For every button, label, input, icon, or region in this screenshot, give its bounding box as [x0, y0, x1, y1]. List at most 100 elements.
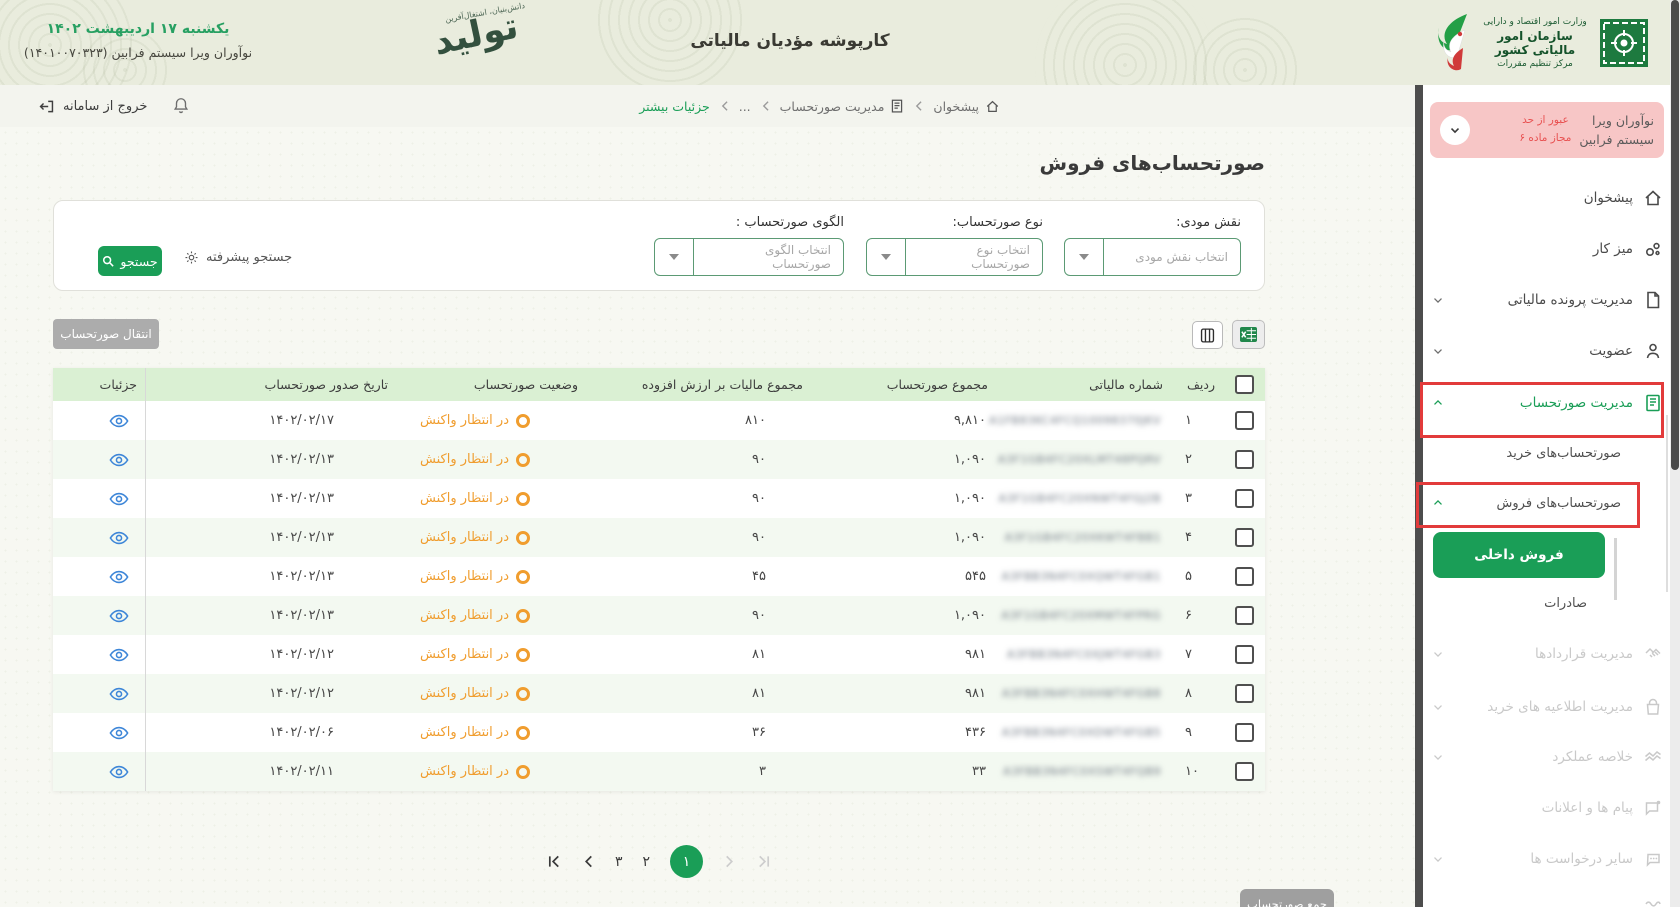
sidebar-item-membership[interactable]: عضویت — [1431, 331, 1663, 371]
row-number: ۶ — [1171, 596, 1223, 635]
first-page-button[interactable] — [547, 854, 562, 869]
row-checkbox[interactable] — [1235, 528, 1254, 547]
notifications-bell-icon[interactable] — [172, 96, 190, 115]
sidebar-item-domestic-sales[interactable]: فروش داخلی — [1433, 532, 1605, 578]
current-page-badge[interactable]: ۱ — [670, 845, 703, 878]
invoice-total: ۹۸۱ — [811, 674, 996, 713]
row-checkbox[interactable] — [1235, 567, 1254, 586]
advanced-search-button[interactable]: جستجو پیشرفته — [184, 250, 292, 265]
window-scrollbar-thumb[interactable] — [1671, 0, 1679, 470]
view-details-eye-icon[interactable] — [109, 414, 129, 428]
export-excel-button[interactable] — [1232, 320, 1265, 349]
issue-date: ۱۴۰۲/۰۲/۱۲ — [146, 635, 396, 674]
tax-number-masked: A3F1GB4FC20XNWT4FGJ2B — [999, 492, 1161, 505]
view-details-eye-icon[interactable] — [109, 765, 129, 779]
row-checkbox[interactable] — [1235, 450, 1254, 469]
view-details-eye-icon[interactable] — [109, 726, 129, 740]
prev-page-button[interactable] — [582, 854, 595, 869]
row-checkbox[interactable] — [1235, 723, 1254, 742]
sidebar-item-sales-invoices[interactable]: صورتحساب‌های فروش — [1431, 483, 1621, 523]
view-details-eye-icon[interactable] — [109, 453, 129, 467]
row-checkbox[interactable] — [1235, 645, 1254, 664]
chevron-down-icon — [1448, 123, 1462, 137]
page-title: صورتحساب‌های فروش — [865, 151, 1265, 175]
user-badge-expand-button[interactable] — [1440, 115, 1470, 145]
sidebar-item-label: خلاصه عملکرد — [1552, 749, 1633, 765]
logout-button[interactable]: خروج از سامانه — [38, 85, 147, 127]
search-button[interactable]: جستجو — [98, 246, 162, 276]
tax-number-masked: A3FBB3N4FC0XQWT4FGB1 — [1002, 570, 1161, 583]
type-filter-label: نوع صورتحساب: — [866, 215, 1043, 230]
current-date: یکشنبه ۱۷ اردیبهشت ۱۴۰۲ — [16, 21, 260, 37]
column-settings-button[interactable] — [1192, 321, 1223, 349]
filter-card: نقش مودی: نوع صورتحساب: الگوی صورتحساب :… — [53, 200, 1265, 291]
row-checkbox[interactable] — [1235, 489, 1254, 508]
invoice-sum-button[interactable]: جمع صورتحساب — [1240, 889, 1334, 907]
invoices-table: ردیف شماره مالیاتی مجموع صورتحساب مجموع … — [53, 368, 1265, 791]
home-icon — [985, 99, 1000, 114]
vat-total: ۴۵ — [586, 557, 811, 596]
type-filter-select[interactable]: انتخاب نوع صورتحساب — [866, 238, 1043, 276]
transfer-invoices-button[interactable]: انتقال صورتحساب — [53, 319, 159, 349]
sidebar-item-label: میز کار — [1593, 241, 1633, 257]
invoice-total: ۹,۸۱۰ — [811, 401, 996, 440]
ornament — [1035, 0, 1215, 85]
pattern-filter-select[interactable]: انتخاب الگوی صورتحساب — [654, 238, 844, 276]
sidebar-item-invoice-mgmt[interactable]: مدیریت صورتحساب — [1431, 383, 1663, 423]
sidebar-scrollbar[interactable] — [1415, 85, 1423, 907]
page-button-2[interactable]: ۲ — [643, 854, 651, 870]
sidebar-item-purchase-invoices[interactable]: صورتحساب‌های خرید — [1431, 433, 1621, 473]
row-number: ۷ — [1171, 635, 1223, 674]
view-details-eye-icon[interactable] — [109, 492, 129, 506]
top-banner: یکشنبه ۱۷ اردیبهشت ۱۴۰۲ نوآوران ویرا سیس… — [0, 0, 1680, 85]
breadcrumb-ellipsis[interactable]: ... — [739, 99, 751, 114]
sidebar-item-purchase-notices: مدیریت اطلاعیه های خرید — [1431, 687, 1663, 727]
next-page-button — [723, 854, 736, 869]
row-checkbox[interactable] — [1235, 606, 1254, 625]
breadcrumb-home[interactable]: پیشخوان — [933, 99, 1000, 114]
issue-date: ۱۴۰۲/۰۲/۰۶ — [146, 713, 396, 752]
view-details-eye-icon[interactable] — [109, 609, 129, 623]
view-details-eye-icon[interactable] — [109, 648, 129, 662]
sidebar-item-exports[interactable]: صادرات — [1431, 583, 1587, 623]
invoice-icon — [890, 99, 904, 114]
status-cell: در انتظار واکنش — [396, 518, 586, 557]
chevron-left-icon — [761, 100, 770, 112]
row-number: ۲ — [1171, 440, 1223, 479]
page-button-3[interactable]: ۳ — [615, 854, 623, 870]
table-row: ۵ A3FBB3N4FC0XQWT4FGB1 ۵۴۵ ۴۵ در انتظار … — [53, 557, 1265, 596]
breadcrumb-invoice-mgmt[interactable]: مدیریت صورتحساب — [780, 99, 905, 114]
sidebar-item-label: صادرات — [1431, 596, 1587, 611]
select-all-checkbox[interactable] — [1235, 375, 1254, 394]
view-details-eye-icon[interactable] — [109, 687, 129, 701]
invoice-total: ۱,۰۹۰ — [811, 479, 996, 518]
sidebar-item-label: صورتحساب‌های فروش — [1445, 496, 1621, 511]
tax-org-emblem-icon — [1599, 18, 1649, 68]
status-badge: در انتظار واکنش — [420, 764, 509, 779]
view-details-eye-icon[interactable] — [109, 570, 129, 584]
chevron-up-icon — [1431, 396, 1445, 410]
chevron-down-icon — [1431, 700, 1445, 714]
header-details: جزئیات — [53, 368, 146, 401]
submenu-guide-line — [1666, 415, 1668, 592]
sidebar-item-dashboard[interactable]: پیشخوان — [1431, 178, 1663, 218]
view-details-eye-icon[interactable] — [109, 531, 129, 545]
role-filter-select[interactable]: انتخاب نقش مودی — [1064, 238, 1241, 276]
row-checkbox[interactable] — [1235, 684, 1254, 703]
row-number: ۳ — [1171, 479, 1223, 518]
invoice-total: ۵۴۵ — [811, 557, 996, 596]
status-cell: در انتظار واکنش — [396, 713, 586, 752]
status-dot-icon — [516, 648, 530, 662]
pattern-filter-placeholder: انتخاب الگوی صورتحساب — [694, 243, 843, 271]
sidebar-item-contracts: مدیریت قراردادها — [1431, 634, 1663, 674]
row-checkbox[interactable] — [1235, 411, 1254, 430]
user-badge[interactable]: نوآوران ویرا سیستم فرابین عبور از حد مجا… — [1430, 102, 1664, 158]
issue-date: ۱۴۰۲/۰۲/۱۳ — [146, 557, 396, 596]
issue-date: ۱۴۰۲/۰۲/۱۲ — [146, 674, 396, 713]
sidebar-item-tax-file[interactable]: مدیریت پرونده مالیاتی — [1431, 280, 1663, 320]
sidebar-item-workspace[interactable]: میز کار — [1431, 229, 1663, 269]
row-checkbox[interactable] — [1235, 762, 1254, 781]
dots-bubble-icon — [1643, 849, 1663, 869]
vat-total: ۹۰ — [586, 440, 811, 479]
secondary-topbar: خروج از سامانه پیشخوان — [0, 85, 1415, 128]
